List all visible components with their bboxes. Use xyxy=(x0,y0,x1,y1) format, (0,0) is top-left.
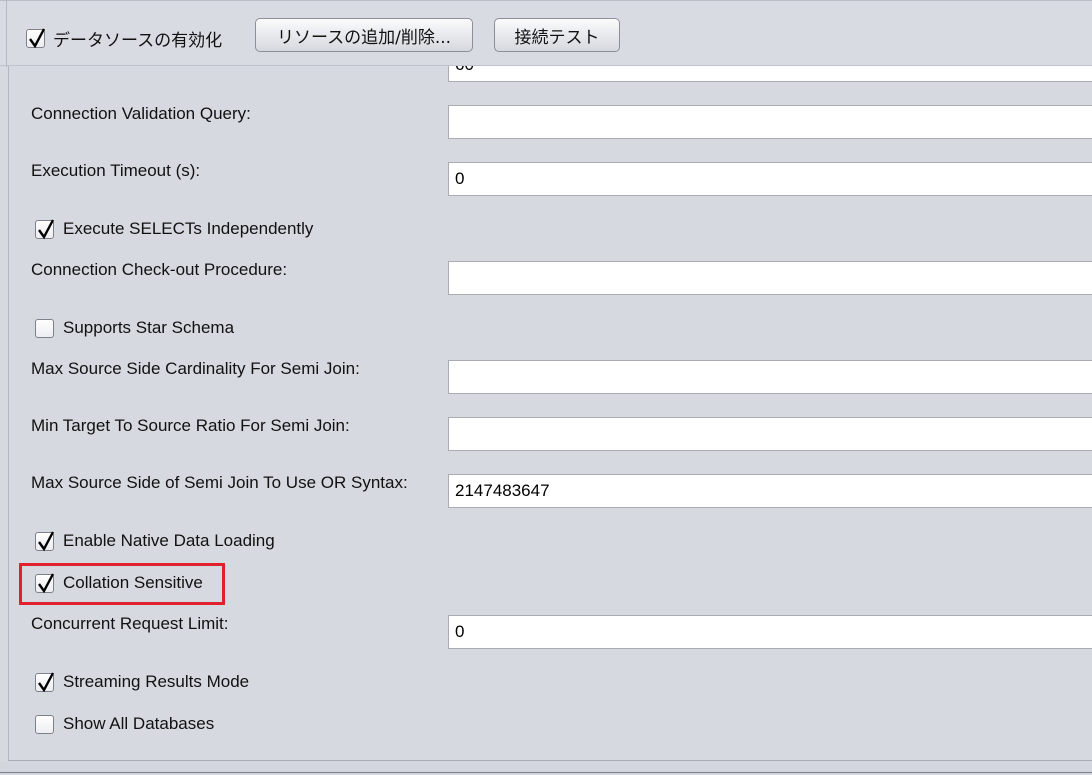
checkbox-box[interactable] xyxy=(26,28,46,49)
checkmark-icon xyxy=(29,28,46,49)
execute-selects-independently-checkbox[interactable]: Execute SELECTs Independently xyxy=(35,218,314,239)
checkmark-icon xyxy=(38,671,55,692)
checkmark-icon xyxy=(38,530,55,551)
execution-timeout-input[interactable]: 0 xyxy=(448,162,1092,196)
settings-panel: 60 Connection Validation Query: Executio… xyxy=(8,66,1092,761)
max-source-side-cardinality-label: Max Source Side Cardinality For Semi Joi… xyxy=(31,359,360,378)
enable-datasource-label: データソースの有効化 xyxy=(53,31,223,51)
supports-star-schema-checkbox[interactable]: Supports Star Schema xyxy=(35,318,234,338)
connection-checkout-procedure-input[interactable] xyxy=(448,261,1092,295)
partial-top-field-value: 60 xyxy=(455,66,474,75)
concurrent-request-limit-value: 0 xyxy=(455,622,465,641)
collation-sensitive-label: Collation Sensitive xyxy=(63,573,203,592)
connection-validation-query-input[interactable] xyxy=(448,105,1092,139)
execution-timeout-value: 0 xyxy=(455,169,465,188)
max-source-side-cardinality-input[interactable] xyxy=(448,360,1092,394)
connection-checkout-procedure-label: Connection Check-out Procedure: xyxy=(31,260,288,279)
execute-selects-independently-label: Execute SELECTs Independently xyxy=(63,219,314,238)
streaming-results-mode-checkbox[interactable]: Streaming Results Mode xyxy=(35,671,250,692)
enable-native-data-loading-checkbox[interactable]: Enable Native Data Loading xyxy=(35,530,275,551)
show-all-databases-checkbox[interactable]: Show All Databases xyxy=(35,714,214,734)
checkbox-box[interactable] xyxy=(35,318,54,338)
enable-datasource-checkbox[interactable]: データソースの有効化 xyxy=(26,26,222,51)
checkmark-icon xyxy=(38,218,55,239)
supports-star-schema-label: Supports Star Schema xyxy=(63,318,235,337)
enable-native-data-loading-label: Enable Native Data Loading xyxy=(63,531,275,550)
partial-top-field[interactable]: 60 xyxy=(448,66,1092,82)
checkbox-box[interactable] xyxy=(35,218,55,239)
bottom-border xyxy=(0,761,1092,775)
max-source-side-or-syntax-input[interactable]: 2147483647 xyxy=(448,474,1092,508)
checkbox-box[interactable] xyxy=(35,530,55,551)
checkbox-box[interactable] xyxy=(35,572,55,593)
max-source-side-or-syntax-value: 2147483647 xyxy=(455,481,550,500)
connection-validation-query-label: Connection Validation Query: xyxy=(31,104,251,123)
bottom-border-line xyxy=(0,772,1092,773)
checkmark-icon xyxy=(38,572,55,593)
test-connection-button[interactable]: 接続テスト xyxy=(494,18,620,52)
checkbox-box[interactable] xyxy=(35,671,55,692)
concurrent-request-limit-input[interactable]: 0 xyxy=(448,615,1092,649)
streaming-results-mode-label: Streaming Results Mode xyxy=(63,672,250,691)
toolbar: データソースの有効化 リソースの追加/削除... 接続テスト xyxy=(0,0,1092,67)
collation-sensitive-checkbox[interactable]: Collation Sensitive xyxy=(35,572,203,593)
checkbox-box[interactable] xyxy=(35,714,54,734)
max-source-side-or-syntax-label: Max Source Side of Semi Join To Use OR S… xyxy=(31,473,408,492)
execution-timeout-label: Execution Timeout (s): xyxy=(31,161,201,180)
add-remove-resources-button[interactable]: リソースの追加/削除... xyxy=(255,18,473,52)
show-all-databases-label: Show All Databases xyxy=(63,714,215,733)
concurrent-request-limit-label: Concurrent Request Limit: xyxy=(31,614,229,633)
toolbar-edge xyxy=(6,1,7,67)
min-target-to-source-ratio-input[interactable] xyxy=(448,417,1092,451)
min-target-to-source-ratio-label: Min Target To Source Ratio For Semi Join… xyxy=(31,416,350,435)
